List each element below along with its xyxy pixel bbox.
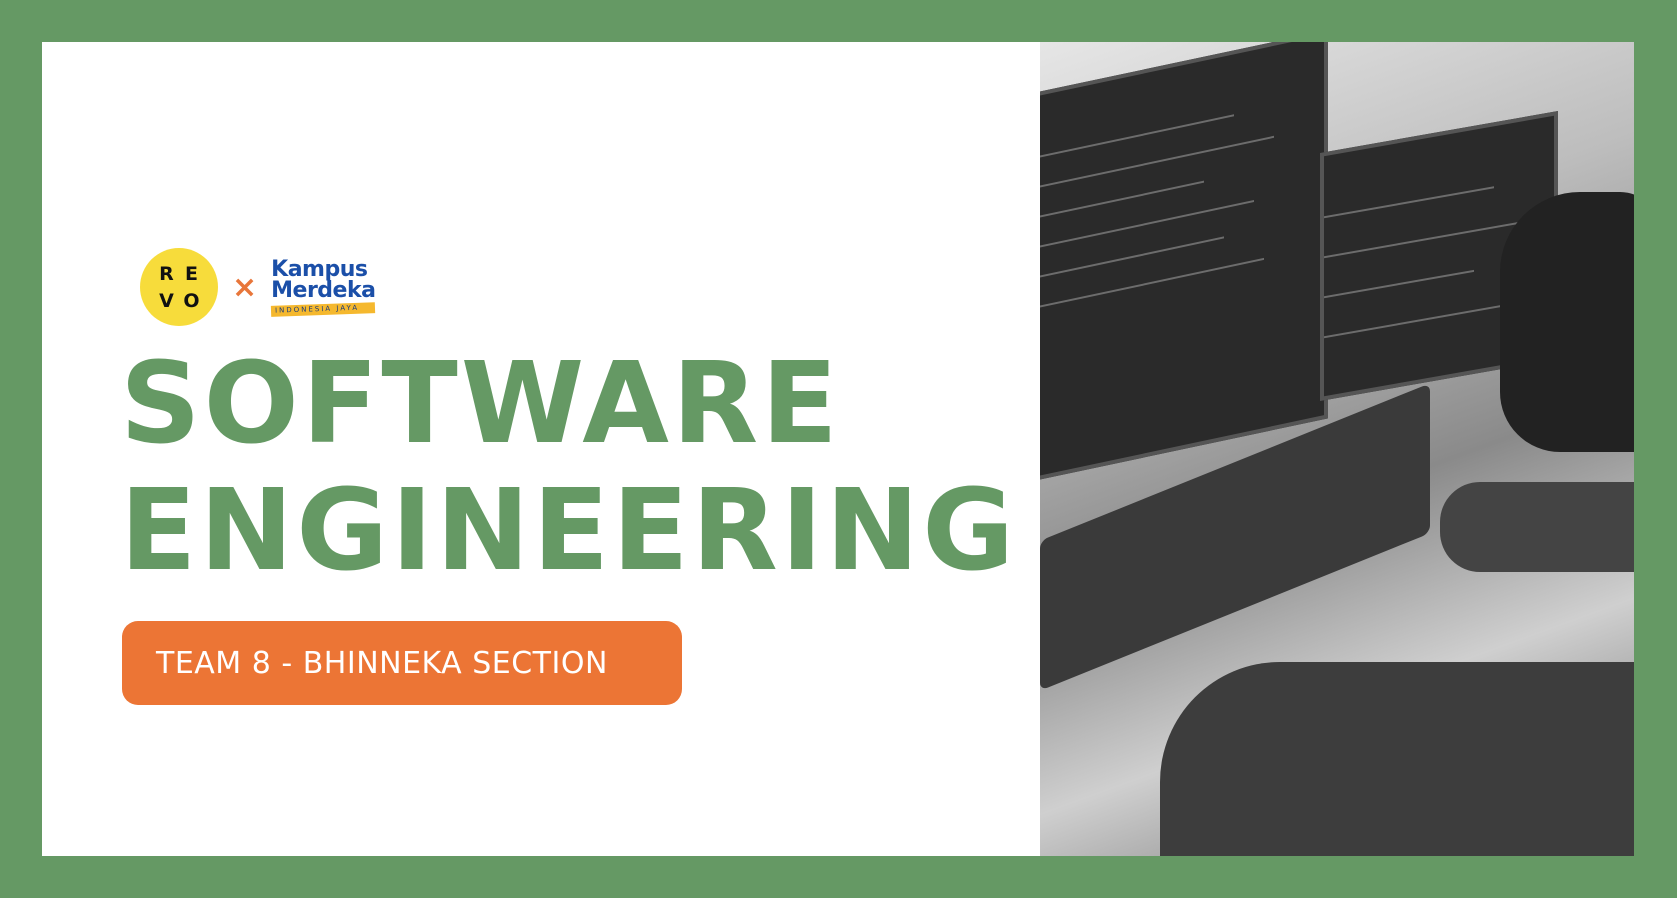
revo-letter: R (159, 262, 174, 285)
revo-logo: R E V O (140, 248, 218, 326)
title-line-2: ENGINEERING (120, 466, 1018, 596)
team-badge-label: TEAM 8 - BHINNEKA SECTION (156, 645, 608, 681)
revo-letter: V (159, 289, 174, 312)
kampus-merdeka-logo: Kampus Merdeka INDONESIA JAYA (270, 258, 376, 317)
partner-logos: R E V O × Kampus Merdeka INDONESIA JAYA (140, 248, 376, 326)
times-icon: × (232, 269, 258, 305)
title-line-1: SOFTWARE (120, 339, 841, 469)
person-head-shape (1500, 192, 1634, 452)
person-arm-shape (1160, 662, 1634, 856)
person-typing-at-computer-photo (1040, 42, 1634, 856)
team-badge: TEAM 8 - BHINNEKA SECTION (122, 621, 682, 705)
revo-letter: E (185, 262, 198, 285)
monitor-shape (1040, 42, 1328, 482)
km-tagline: INDONESIA JAYA (270, 301, 376, 317)
revo-letter: O (183, 289, 200, 312)
person-arm-shape (1440, 482, 1634, 572)
km-line2: Merdeka (271, 277, 376, 303)
